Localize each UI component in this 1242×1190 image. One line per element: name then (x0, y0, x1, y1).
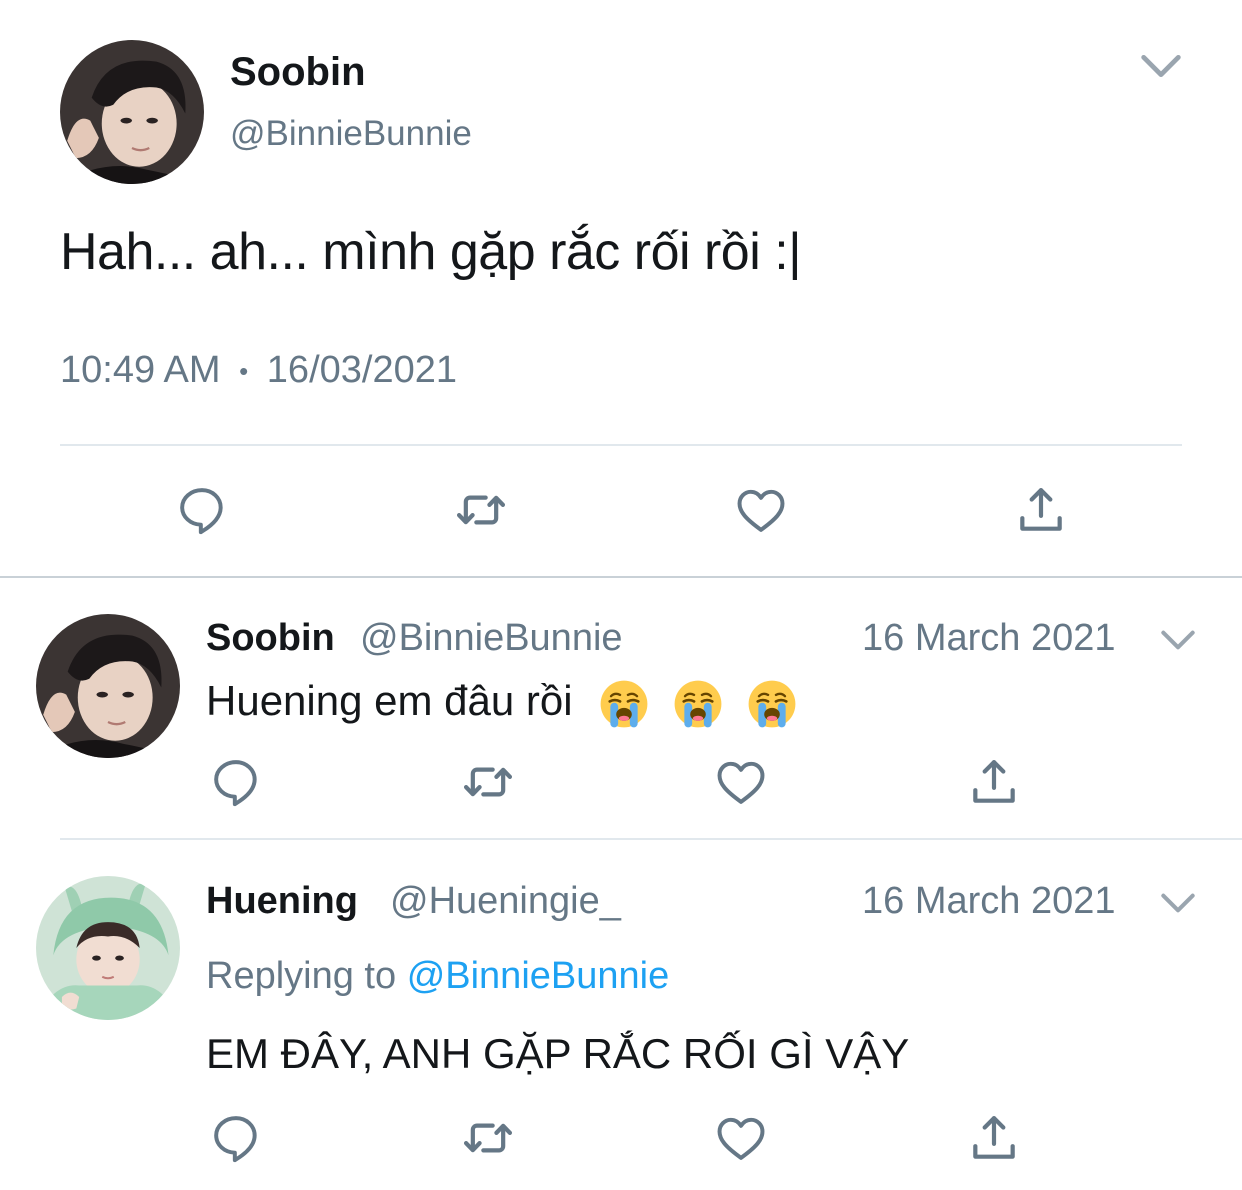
retweet-icon[interactable] (460, 754, 516, 810)
tweet-text: EM ĐÂY, ANH GẶP RẮC RỐI GÌ VẬY (206, 1030, 910, 1077)
chevron-down-icon[interactable] (1135, 40, 1187, 92)
replying-label: Replying to (206, 955, 397, 997)
avatar[interactable] (36, 614, 180, 758)
divider (60, 444, 1182, 446)
tweet-time: 10:49 AM (60, 349, 221, 391)
tweet-date[interactable]: 16 March 2021 (862, 617, 1116, 660)
author-handle[interactable]: @BinnieBunnie (360, 617, 623, 660)
avatar[interactable] (36, 876, 180, 1020)
author-name[interactable]: Soobin (206, 617, 335, 660)
tweet-text-row: Huening em đâu rồi (206, 677, 798, 730)
tweet-text: Huening em đâu rồi (206, 677, 573, 724)
loudly-crying-face-icon (746, 678, 798, 730)
chevron-down-icon[interactable] (1156, 881, 1200, 925)
loudly-crying-face-icon (598, 678, 650, 730)
tweet-text: Hah... ah... mình gặp rắc rối rồi :| (60, 223, 802, 281)
like-icon[interactable] (713, 754, 769, 810)
loudly-crying-face-icon (672, 678, 724, 730)
share-icon[interactable] (966, 754, 1022, 810)
chevron-down-icon[interactable] (1156, 618, 1200, 662)
author-name[interactable]: Huening (206, 880, 358, 923)
reply-icon[interactable] (208, 1110, 264, 1166)
reply-icon[interactable] (174, 482, 230, 538)
avatar-photo (60, 40, 204, 184)
replying-to: Replying to @BinnieBunnie (206, 955, 669, 998)
divider (60, 838, 1242, 840)
share-icon[interactable] (966, 1110, 1022, 1166)
retweet-icon[interactable] (453, 482, 509, 538)
like-icon[interactable] (713, 1110, 769, 1166)
meta-separator: • (239, 356, 249, 387)
tweet-date[interactable]: 16/03/2021 (267, 349, 457, 391)
author-handle[interactable]: @BinnieBunnie (230, 114, 472, 154)
thread-divider (0, 576, 1242, 578)
author-handle[interactable]: @Hueningie_ (390, 880, 621, 923)
tweet-timestamp: 10:49 AM • 16/03/2021 (60, 349, 457, 392)
share-icon[interactable] (1013, 482, 1069, 538)
retweet-icon[interactable] (460, 1110, 516, 1166)
replying-handle-link[interactable]: @BinnieBunnie (407, 955, 670, 997)
tweet-date[interactable]: 16 March 2021 (862, 880, 1116, 923)
avatar-photo (36, 614, 180, 758)
like-icon[interactable] (733, 482, 789, 538)
avatar-photo (36, 876, 180, 1020)
reply-icon[interactable] (208, 754, 264, 810)
avatar[interactable] (60, 40, 204, 184)
author-name[interactable]: Soobin (230, 50, 366, 95)
